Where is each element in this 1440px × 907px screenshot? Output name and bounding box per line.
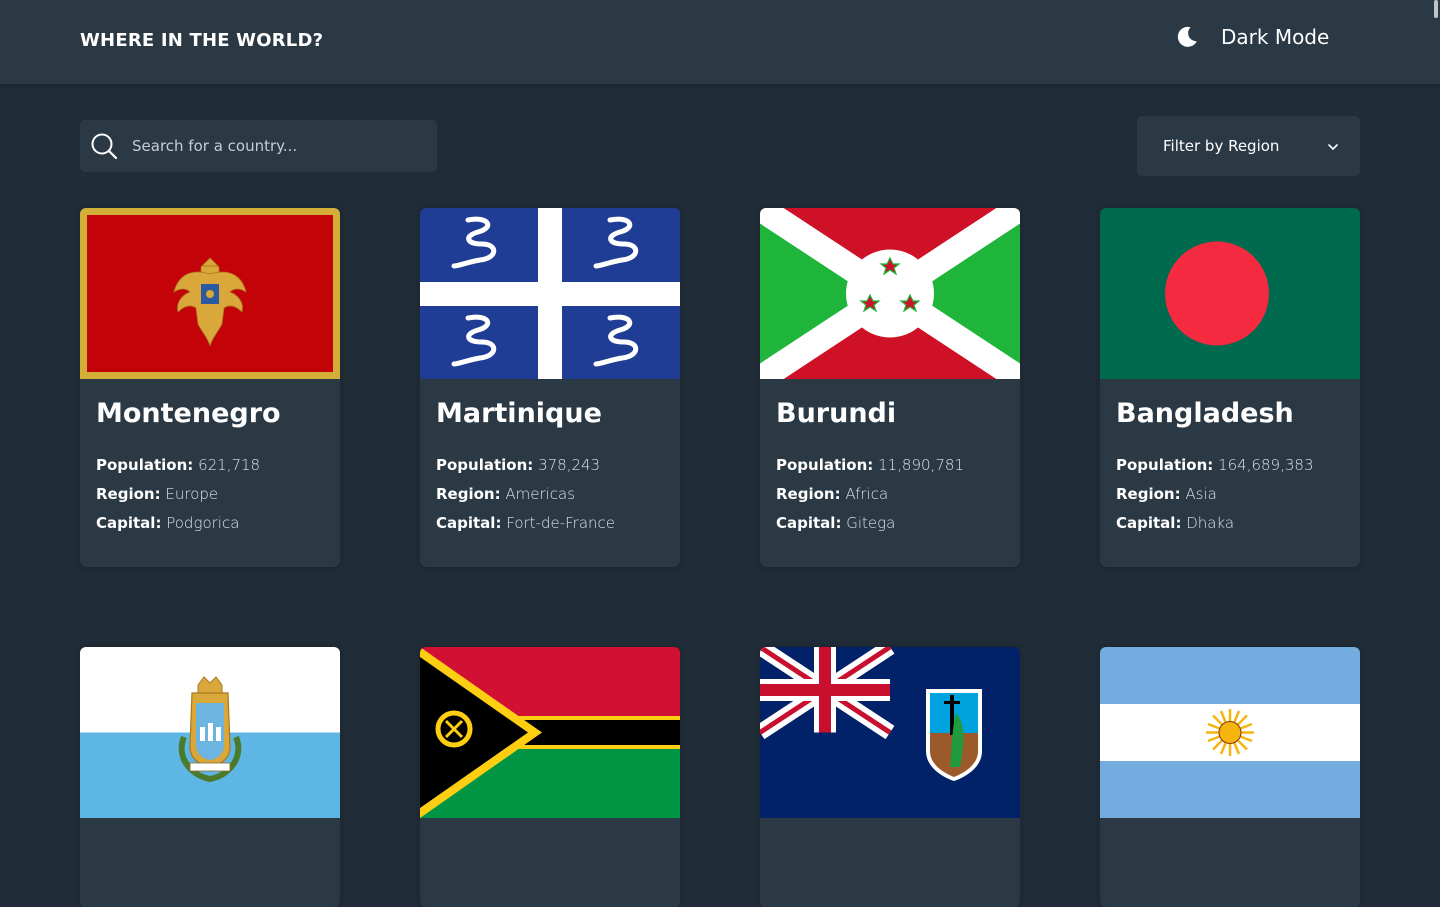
population-line: Population: 378,243: [436, 456, 600, 474]
region-value: Americas: [505, 485, 576, 503]
region-line: Region: Africa: [776, 485, 888, 503]
argentina-flag: [1100, 647, 1360, 818]
country-card-vanuatu[interactable]: [420, 647, 680, 907]
region-line: Region: Asia: [1116, 485, 1217, 503]
region-label: Region:: [96, 485, 161, 503]
capital-line: Capital: Fort-de-France: [436, 514, 615, 532]
population-value: 378,243: [538, 456, 601, 474]
population-value: 164,689,383: [1218, 456, 1314, 474]
montenegro-flag: [80, 208, 340, 379]
capital-label: Capital:: [1116, 514, 1182, 532]
country-name: Martinique: [436, 398, 602, 429]
capital-line: Capital: Gitega: [776, 514, 895, 532]
population-label: Population:: [96, 456, 194, 474]
chevron-down-icon: [1328, 144, 1338, 150]
population-line: Population: 164,689,383: [1116, 456, 1314, 474]
page-scrollbar[interactable]: [1434, 0, 1438, 18]
country-name: Bangladesh: [1116, 398, 1294, 429]
population-label: Population:: [776, 456, 874, 474]
region-filter-dropdown[interactable]: Filter by Region: [1137, 116, 1360, 176]
moon-icon: [1177, 26, 1197, 47]
country-card-montenegro[interactable]: Montenegro Population: 621,718 Region: E…: [80, 208, 340, 567]
population-value: 11,890,781: [878, 456, 964, 474]
country-card-argentina[interactable]: [1100, 647, 1360, 907]
population-value: 621,718: [198, 456, 261, 474]
region-label: Region:: [1116, 485, 1181, 503]
region-value: Asia: [1185, 485, 1217, 503]
population-label: Population:: [1116, 456, 1214, 474]
region-label: Region:: [436, 485, 501, 503]
capital-value: Podgorica: [166, 514, 240, 532]
population-line: Population: 11,890,781: [776, 456, 964, 474]
martinique-flag: [420, 208, 680, 379]
app-header: WHERE IN THE WORLD? Dark Mode: [0, 0, 1440, 84]
region-label: Region:: [776, 485, 841, 503]
capital-label: Capital:: [96, 514, 162, 532]
capital-label: Capital:: [776, 514, 842, 532]
bangladesh-flag: [1100, 208, 1360, 379]
country-card-burundi[interactable]: Burundi Population: 11,890,781 Region: A…: [760, 208, 1020, 567]
country-card-martinique[interactable]: Martinique Population: 378,243 Region: A…: [420, 208, 680, 567]
dark-mode-label: Dark Mode: [1221, 25, 1330, 49]
country-card-san-marino[interactable]: [80, 647, 340, 907]
region-value: Africa: [845, 485, 889, 503]
country-card-montserrat[interactable]: [760, 647, 1020, 907]
region-line: Region: Europe: [96, 485, 218, 503]
capital-label: Capital:: [436, 514, 502, 532]
region-value: Europe: [165, 485, 219, 503]
region-filter-label: Filter by Region: [1163, 137, 1280, 155]
country-card-bangladesh[interactable]: Bangladesh Population: 164,689,383 Regio…: [1100, 208, 1360, 567]
capital-value: Fort-de-France: [506, 514, 616, 532]
vanuatu-flag: [420, 647, 680, 818]
capital-value: Dhaka: [1186, 514, 1235, 532]
dark-mode-toggle[interactable]: Dark Mode: [1174, 24, 1329, 50]
population-line: Population: 621,718: [96, 456, 260, 474]
search-icon: [91, 133, 118, 160]
montserrat-flag: [760, 647, 1020, 818]
region-line: Region: Americas: [436, 485, 575, 503]
app-title: WHERE IN THE WORLD?: [80, 30, 324, 51]
population-label: Population:: [436, 456, 534, 474]
capital-line: Capital: Dhaka: [1116, 514, 1234, 532]
search-input[interactable]: [130, 120, 430, 172]
country-name: Burundi: [776, 398, 897, 429]
country-name: Montenegro: [96, 398, 281, 429]
search-box: [80, 120, 437, 172]
san-marino-flag: [80, 647, 340, 818]
capital-value: Gitega: [846, 514, 896, 532]
capital-line: Capital: Podgorica: [96, 514, 239, 532]
burundi-flag: [760, 208, 1020, 379]
